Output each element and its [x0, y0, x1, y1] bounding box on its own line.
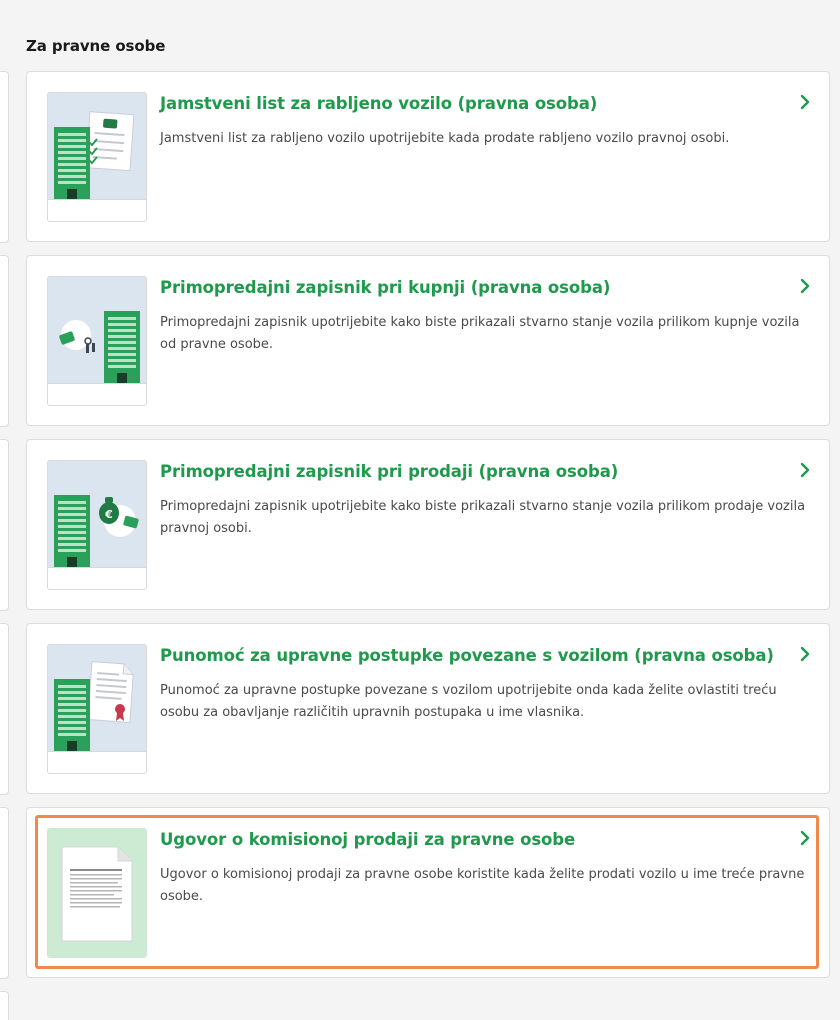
chevron-right-icon[interactable]: [797, 91, 813, 113]
svg-text:€: €: [104, 508, 113, 521]
chevron-right-icon[interactable]: [797, 275, 813, 297]
card-title[interactable]: Primopredajni zapisnik pri kupnji (pravn…: [160, 278, 610, 297]
card-description: Primopredajni zapisnik upotrijebite kako…: [160, 315, 800, 352]
card-description: Jamstveni list za rabljeno vozilo upotri…: [160, 131, 730, 146]
document-card[interactable]: Jamstveni list za rabljeno vozilo (pravn…: [26, 71, 830, 242]
left-card-stub[interactable]: [0, 71, 9, 243]
left-card-stub[interactable]: [0, 807, 9, 979]
document-icon: [48, 829, 146, 957]
card-thumbnail: [47, 92, 147, 222]
card-title[interactable]: Punomoć za upravne postupke povezane s v…: [160, 646, 774, 665]
document-card[interactable]: € Primopredajni zapisnik pri prodaji (pr…: [26, 439, 830, 610]
left-card-stub[interactable]: [0, 255, 9, 427]
chevron-right-icon[interactable]: [797, 459, 813, 481]
card-title[interactable]: Jamstveni list za rabljeno vozilo (pravn…: [160, 94, 597, 113]
card-thumbnail: €: [47, 460, 147, 590]
page: Za pravne osobe Jamstveni list za rablje…: [0, 0, 840, 1020]
building-warranty-icon: [48, 93, 146, 221]
section-title: Za pravne osobe: [26, 37, 166, 55]
left-card-stub[interactable]: [0, 439, 9, 611]
card-description: Primopredajni zapisnik upotrijebite kako…: [160, 499, 806, 536]
left-card-stub[interactable]: [0, 991, 9, 1020]
card-title[interactable]: Ugovor o komisionoj prodaji za pravne os…: [160, 830, 575, 849]
document-card[interactable]: Primopredajni zapisnik pri kupnji (pravn…: [26, 255, 830, 426]
left-card-stub[interactable]: [0, 623, 9, 795]
card-thumbnail: [47, 644, 147, 774]
card-title[interactable]: Primopredajni zapisnik pri prodaji (prav…: [160, 462, 618, 481]
card-thumbnail: [47, 276, 147, 406]
card-thumbnail: [47, 828, 147, 958]
document-card[interactable]: Punomoć za upravne postupke povezane s v…: [26, 623, 830, 794]
building-money-icon: €: [48, 461, 146, 589]
building-keys-icon: [48, 277, 146, 405]
chevron-right-icon[interactable]: [797, 827, 813, 849]
chevron-right-icon[interactable]: [797, 643, 813, 665]
building-certificate-icon: [48, 645, 146, 773]
card-description: Ugovor o komisionoj prodaji za pravne os…: [160, 867, 805, 904]
card-description: Punomoć za upravne postupke povezane s v…: [160, 683, 777, 720]
document-card-selected[interactable]: Ugovor o komisionoj prodaji za pravne os…: [26, 807, 830, 978]
